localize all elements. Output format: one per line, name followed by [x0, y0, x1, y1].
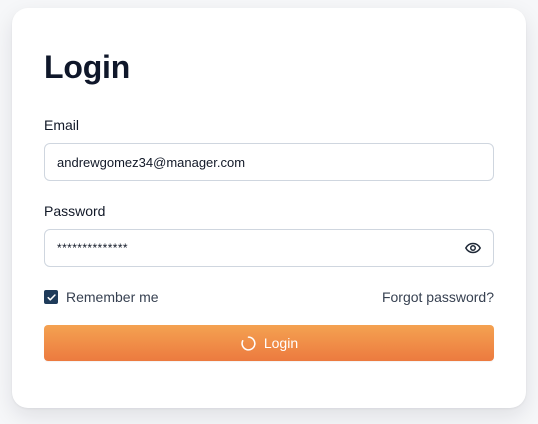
- password-input[interactable]: [45, 230, 493, 266]
- remember-me-checkbox[interactable]: Remember me: [44, 289, 159, 305]
- checkmark-icon: [46, 293, 56, 301]
- loading-spinner-icon: [241, 335, 256, 351]
- email-label: Email: [44, 117, 80, 133]
- eye-icon: [465, 242, 481, 254]
- login-card: Login Email Password Remember me Forgot …: [12, 8, 526, 408]
- page-title: Login: [44, 49, 131, 85]
- email-field[interactable]: [44, 143, 494, 181]
- checkbox-control[interactable]: [44, 290, 58, 304]
- show-password-button[interactable]: [463, 239, 483, 257]
- login-options-row: Remember me Forgot password?: [44, 287, 494, 307]
- login-button-label: Login: [263, 335, 299, 351]
- remember-me-label: Remember me: [66, 289, 159, 305]
- forgot-password-link[interactable]: Forgot password?: [382, 289, 494, 305]
- email-input[interactable]: [45, 144, 493, 180]
- password-field[interactable]: [44, 229, 494, 267]
- password-label: Password: [44, 203, 106, 219]
- login-button[interactable]: Login: [44, 325, 494, 361]
